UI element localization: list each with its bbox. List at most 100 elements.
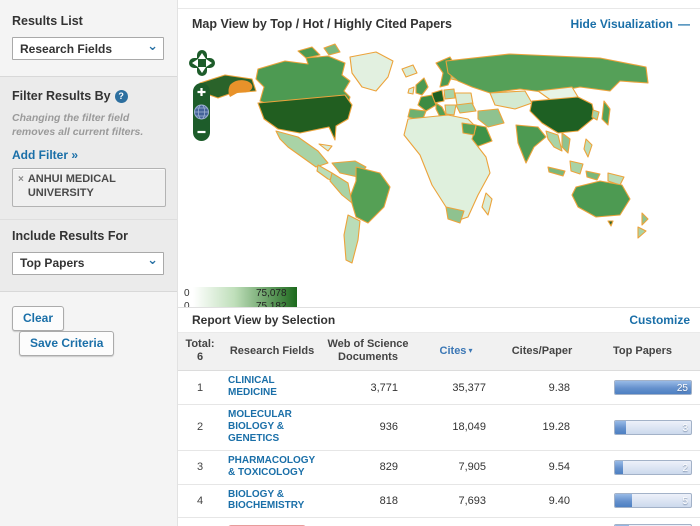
top-papers-bar: 3 <box>614 419 692 435</box>
row-cites-per-paper: 19.28 <box>542 421 570 434</box>
table-row: 3 PHARMACOLOGY & TOXICOLOGY 829 7,905 9.… <box>178 450 700 485</box>
row-rank: 2 <box>196 421 204 434</box>
table-row: 1 CLINICAL MEDICINE 3,771 35,377 9.38 25 <box>178 371 700 406</box>
column-cites-per-paper: Cites/Paper <box>511 344 573 357</box>
country-poland <box>443 88 456 100</box>
country-madagascar <box>481 192 493 216</box>
globe-icon <box>194 104 209 120</box>
top-papers-bar: 5 <box>614 493 692 509</box>
chevron-down-icon: ⌄ <box>147 37 158 53</box>
row-rank: 3 <box>196 461 204 474</box>
legend-max-label: 75,078 <box>255 288 287 299</box>
row-rank: 1 <box>196 381 204 394</box>
sort-desc-icon: ▾ <box>468 345 473 355</box>
add-filter-link[interactable]: Add Filter » <box>12 148 78 162</box>
sidebar: Results List Research Fields ⌄ Filter Re… <box>0 0 178 526</box>
filter-section: Filter Results By? Changing the filter f… <box>0 77 177 220</box>
country-vietnam <box>561 132 571 154</box>
column-cites-sort[interactable]: Cites ▾ <box>414 345 498 358</box>
country-indonesia <box>547 166 566 177</box>
column-total: Total: 6 <box>185 338 215 364</box>
world-map[interactable]: 0 75,078 0 75,182 <box>178 35 700 307</box>
hide-visualization-link[interactable]: Hide Visualization — <box>571 17 690 31</box>
report-section: Report View by Selection Customize Total… <box>178 307 700 526</box>
filter-note: Changing the filter field removes all cu… <box>12 112 144 138</box>
country-arctic-islands <box>297 46 321 59</box>
include-results-dropdown[interactable]: Top Papers ⌄ <box>12 251 164 275</box>
country-tasmania <box>607 220 614 227</box>
table-row: 5 IMMUNOLOGY 494 5,341 10.81 4 <box>178 518 700 526</box>
row-docs: 936 <box>379 421 398 434</box>
country-iran <box>477 108 505 128</box>
country-peru <box>329 172 353 204</box>
table-header-row: Total: 6 Research Fields Web of Science … <box>178 333 700 372</box>
include-results-section: Include Results For Top Papers ⌄ <box>0 219 177 292</box>
report-header: Report View by Selection Customize <box>178 307 700 333</box>
row-cites-per-paper: 9.40 <box>548 494 570 507</box>
legend-row-2-clipped: 0 75,182 <box>184 300 297 307</box>
row-bar-fill <box>615 494 633 508</box>
row-cites: 7,693 <box>458 494 486 507</box>
map-view-title: Map View by Top / Hot / Highly Cited Pap… <box>192 17 452 31</box>
clear-button[interactable]: Clear <box>12 305 65 331</box>
filter-tag-label: ANHUI MEDICAL UNIVERSITY <box>27 173 116 200</box>
country-uk <box>415 77 429 96</box>
country-russia <box>445 53 649 94</box>
country-kazakhstan <box>489 90 533 110</box>
top-papers-bar: 2 <box>614 459 692 475</box>
map-controls <box>188 49 218 142</box>
country-india <box>515 124 547 164</box>
country-new-zealand-south <box>637 226 647 239</box>
row-rank: 4 <box>196 494 204 507</box>
map-zoom-control[interactable] <box>192 82 211 142</box>
legend-min-label: 0 <box>184 288 190 299</box>
row-cites: 18,049 <box>452 421 486 434</box>
remove-filter-icon[interactable]: × <box>18 174 24 201</box>
include-results-heading: Include Results For <box>12 228 128 243</box>
results-list-value: Research Fields <box>20 41 113 56</box>
table-row: 2 MOLECULAR BIOLOGY & GENETICS 936 18,04… <box>178 405 700 451</box>
country-thailand <box>545 130 563 152</box>
country-japan <box>601 100 611 126</box>
row-field-link[interactable]: BIOLOGY & BIOCHEMISTRY <box>228 489 318 513</box>
row-cites: 7,905 <box>458 461 486 474</box>
country-egypt <box>461 122 477 136</box>
choropleth-map-svg <box>199 43 649 264</box>
country-indonesia-east <box>585 170 601 181</box>
legend-gradient-bar: 75,182 <box>192 300 297 307</box>
country-balkans <box>444 104 457 116</box>
minimize-icon: — <box>678 17 690 31</box>
row-cites-per-paper: 9.54 <box>548 461 570 474</box>
filter-tag[interactable]: × ANHUI MEDICAL UNIVERSITY <box>12 168 166 207</box>
map-pan-control[interactable] <box>188 49 216 77</box>
row-bar-value: 2 <box>682 462 688 474</box>
customize-link[interactable]: Customize <box>629 313 690 327</box>
legend-min-label: 0 <box>184 301 190 307</box>
legend-max-label: 75,182 <box>255 301 287 307</box>
country-turkey <box>455 102 477 114</box>
row-bar-value: 25 <box>676 383 688 395</box>
column-top-papers: Top Papers <box>612 344 673 357</box>
results-list-dropdown[interactable]: Research Fields ⌄ <box>12 37 164 60</box>
row-bar-fill <box>615 460 624 474</box>
country-borneo <box>569 160 584 175</box>
report-table-body: 1 CLINICAL MEDICINE 3,771 35,377 9.38 25… <box>178 371 700 526</box>
esi-app: Results List Research Fields ⌄ Filter Re… <box>0 0 700 526</box>
row-field-link[interactable]: CLINICAL MEDICINE <box>228 375 318 399</box>
report-title: Report View by Selection <box>192 313 336 327</box>
country-arctic-islands <box>323 43 341 56</box>
legend-gradient-bar: 75,078 <box>192 287 297 300</box>
country-argentina <box>343 214 361 264</box>
visualization-header: Map View by Top / Hot / Highly Cited Pap… <box>178 9 700 35</box>
row-bar-value: 3 <box>682 422 688 434</box>
save-criteria-button[interactable]: Save Criteria <box>19 330 115 356</box>
row-field-link[interactable]: MOLECULAR BIOLOGY & GENETICS <box>228 409 318 444</box>
table-row: 4 BIOLOGY & BIOCHEMISTRY 818 7,693 9.40 … <box>178 484 700 519</box>
chevron-down-icon: ⌄ <box>147 252 158 268</box>
country-cuba <box>318 143 333 152</box>
column-wos-documents: Web of Science Documents <box>327 338 409 364</box>
country-iceland <box>401 64 418 78</box>
help-icon[interactable]: ? <box>114 90 128 103</box>
country-brazil <box>349 166 391 224</box>
row-field-link[interactable]: PHARMACOLOGY & TOXICOLOGY <box>228 455 318 479</box>
